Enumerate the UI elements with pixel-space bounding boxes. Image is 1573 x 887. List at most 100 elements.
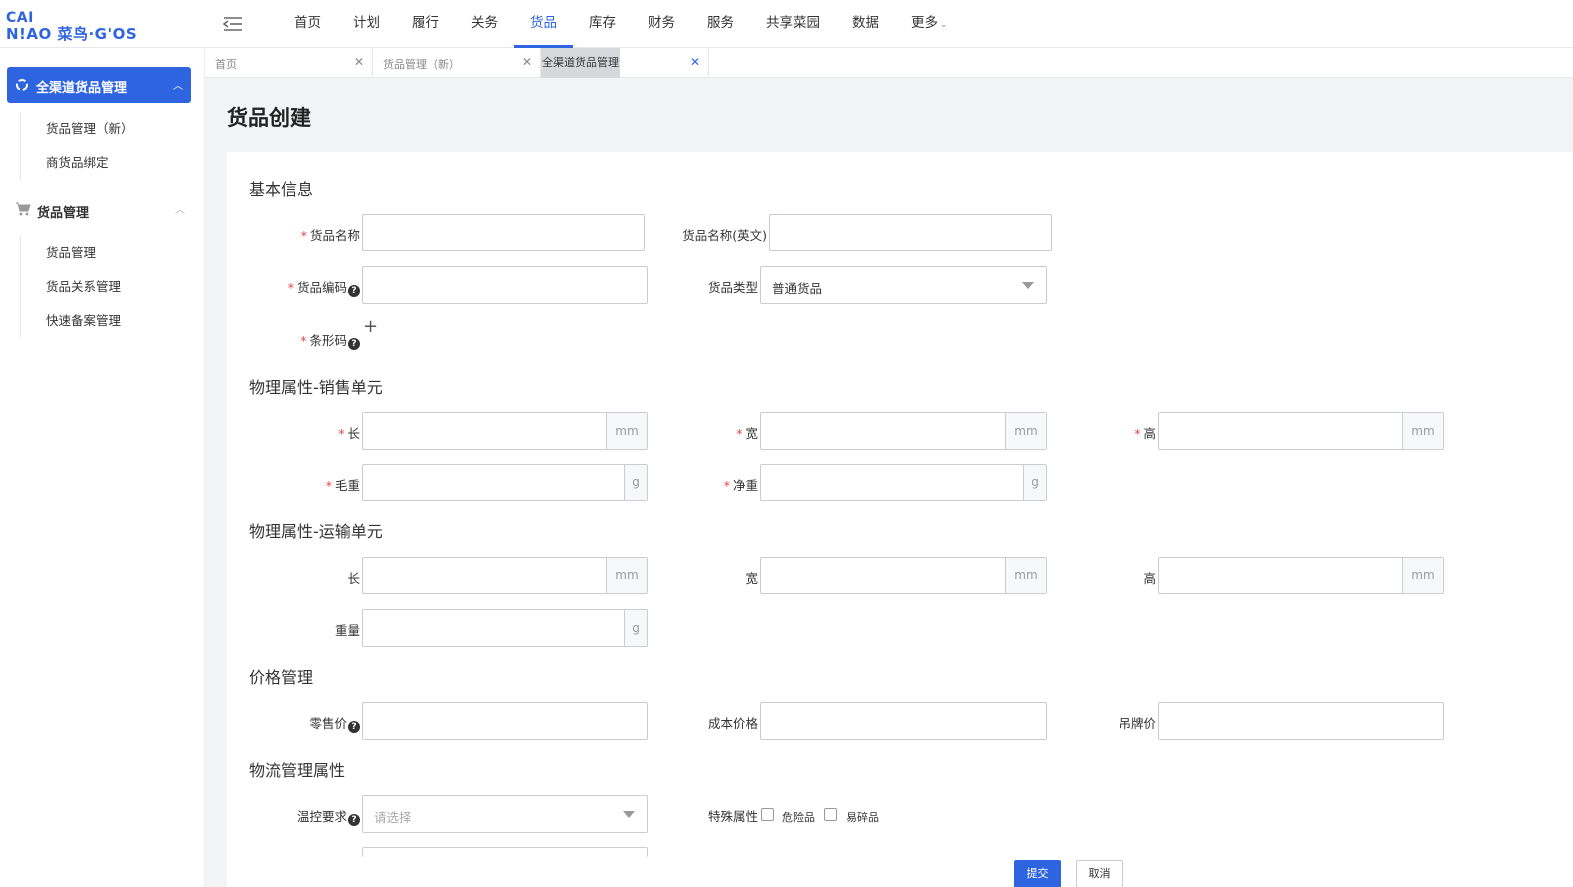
add-barcode-icon[interactable]: +	[363, 318, 378, 336]
unit-suffix: mm	[1005, 558, 1046, 593]
sidebar-item-goods-management[interactable]: 货品管理	[21, 236, 190, 270]
sidebar-item-product-binding[interactable]: 商货品绑定	[21, 146, 190, 180]
unit-suffix: mm	[606, 558, 647, 593]
sidebar-group-goods[interactable]: 货品管理 ︿	[7, 196, 191, 224]
nav-item-customs[interactable]: 关务	[455, 0, 514, 48]
transport-height-label: 高	[1143, 571, 1156, 586]
retail-price-field[interactable]	[363, 703, 647, 739]
tab-home[interactable]: 首页 ✕	[205, 48, 373, 78]
nav-item-finance[interactable]: 财务	[632, 0, 691, 48]
transport-width-label: 宽	[745, 571, 758, 586]
sidebar: 全渠道货品管理 ︿ 货品管理（新） 商货品绑定 货品管理 ︿ 货品管理 货品关系…	[0, 48, 205, 887]
transport-width-field[interactable]	[761, 558, 1005, 593]
help-icon[interactable]: ?	[348, 338, 360, 350]
sales-height-input[interactable]: mm	[1158, 412, 1444, 450]
barcode-label-text: 条形码	[309, 333, 347, 348]
gross-weight-input[interactable]: g	[362, 464, 648, 501]
dropdown-arrow-icon	[623, 811, 635, 818]
close-icon[interactable]: ✕	[354, 55, 364, 69]
nav-item-fulfillment[interactable]: 履行	[396, 0, 455, 48]
nav-item-service[interactable]: 服务	[691, 0, 750, 48]
temp-control-select[interactable]: 请选择	[362, 795, 648, 833]
nav-item-goods[interactable]: 货品	[514, 0, 573, 48]
tab-label: 首页	[215, 58, 237, 71]
unit-suffix: mm	[606, 413, 647, 449]
net-weight-field[interactable]	[761, 465, 1023, 500]
goods-code-input[interactable]	[362, 266, 648, 304]
net-weight-input[interactable]: g	[760, 464, 1047, 501]
transport-width-input[interactable]: mm	[760, 557, 1047, 594]
cost-price-input[interactable]	[760, 702, 1047, 740]
sidebar-sublist-1: 货品管理（新） 商货品绑定	[20, 112, 190, 180]
sales-length-field[interactable]	[363, 413, 607, 449]
nav-item-plan[interactable]: 计划	[337, 0, 396, 48]
goods-name-label: * 货品名称	[301, 225, 360, 244]
goods-name-input[interactable]	[362, 214, 645, 251]
menu-collapse-icon[interactable]	[222, 14, 244, 34]
sales-width-field[interactable]	[761, 413, 1005, 449]
sales-height-field[interactable]	[1159, 413, 1403, 449]
submit-button[interactable]: 提交	[1014, 860, 1061, 887]
help-icon[interactable]: ?	[348, 721, 360, 733]
gross-weight-field[interactable]	[363, 465, 625, 500]
temp-control-label: 温控要求?	[297, 806, 360, 826]
retail-price-input[interactable]	[362, 702, 648, 740]
required-mark: *	[325, 478, 332, 493]
dangerous-checkbox[interactable]	[761, 808, 774, 821]
sales-width-input[interactable]: mm	[760, 412, 1047, 450]
goods-type-select[interactable]: 普通货品	[760, 266, 1047, 304]
transport-weight-input[interactable]: g	[362, 609, 648, 647]
retail-price-label: 零售价?	[309, 713, 360, 733]
sidebar-item-goods-relation[interactable]: 货品关系管理	[21, 270, 190, 304]
nav-item-inventory[interactable]: 库存	[573, 0, 632, 48]
transport-length-field[interactable]	[363, 558, 607, 593]
tab-omni-goods[interactable]: 全渠道货品管理 ✕	[541, 48, 709, 78]
nav-item-home[interactable]: 首页	[278, 0, 337, 48]
sales-width-label-text: 宽	[745, 426, 758, 441]
cost-price-field[interactable]	[761, 703, 1046, 739]
close-icon[interactable]: ✕	[522, 55, 532, 69]
fragile-checkbox[interactable]	[824, 808, 837, 821]
transport-height-field[interactable]	[1159, 558, 1403, 593]
sales-height-label-text: 高	[1143, 426, 1156, 441]
cart-icon	[15, 202, 31, 216]
top-header: CAI N!AO 菜鸟·G'OS 首页 计划 履行 关务 货品 库存 财务 服务…	[0, 0, 1573, 48]
goods-code-label: * 货品编码?	[288, 277, 360, 297]
goods-name-en-field[interactable]	[770, 215, 1051, 250]
page-tabs: 首页 ✕ 货品管理（新） ✕ 全渠道货品管理 ✕	[205, 48, 1573, 78]
main-content: 货品创建 基本信息 * 货品名称 货品名称(英文) * 货品编码? 货品类型 普通货…	[205, 78, 1573, 887]
logo[interactable]: CAI N!AO 菜鸟·G'OS	[6, 10, 146, 43]
cancel-button[interactable]: 取消	[1076, 860, 1123, 887]
goods-code-field[interactable]	[363, 267, 647, 303]
required-mark: *	[287, 280, 294, 295]
sales-length-label: * 长	[338, 423, 360, 442]
logo-line-2: N!AO 菜鸟·G'OS	[6, 25, 138, 43]
dangerous-label: 危险品	[782, 811, 815, 824]
nav-item-more[interactable]: 更多 ⌄	[895, 0, 964, 48]
transport-weight-field[interactable]	[363, 610, 625, 646]
sales-length-input[interactable]: mm	[362, 412, 648, 450]
sidebar-item-goods-new[interactable]: 货品管理（新）	[21, 112, 190, 146]
nav-item-data[interactable]: 数据	[836, 0, 895, 48]
goods-name-en-input[interactable]	[769, 214, 1052, 251]
goods-name-field[interactable]	[363, 215, 644, 250]
form-card: 基本信息 * 货品名称 货品名称(英文) * 货品编码? 货品类型 普通货品 * 条形…	[227, 152, 1573, 887]
sidebar-item-quick-filing[interactable]: 快速备案管理	[21, 304, 190, 338]
next-field-partial[interactable]	[362, 847, 648, 857]
sidebar-group-omni-goods[interactable]: 全渠道货品管理 ︿	[7, 67, 191, 103]
transport-length-label: 长	[347, 571, 360, 586]
tag-price-field[interactable]	[1159, 703, 1443, 739]
help-icon[interactable]: ?	[348, 814, 360, 826]
close-icon[interactable]: ✕	[690, 55, 700, 69]
goods-code-label-text: 货品编码	[296, 280, 347, 295]
sidebar-group-label: 货品管理	[37, 206, 90, 221]
transport-length-input[interactable]: mm	[362, 557, 648, 594]
nav-item-shared-garden[interactable]: 共享菜园	[750, 0, 836, 48]
tab-goods-new[interactable]: 货品管理（新） ✕	[373, 48, 541, 78]
transport-height-input[interactable]: mm	[1158, 557, 1444, 594]
tab-label: 货品管理（新）	[383, 58, 460, 71]
tag-price-input[interactable]	[1158, 702, 1444, 740]
net-weight-label: * 净重	[724, 475, 758, 494]
special-attr-label: 特殊属性	[707, 809, 758, 824]
help-icon[interactable]: ?	[348, 285, 360, 297]
